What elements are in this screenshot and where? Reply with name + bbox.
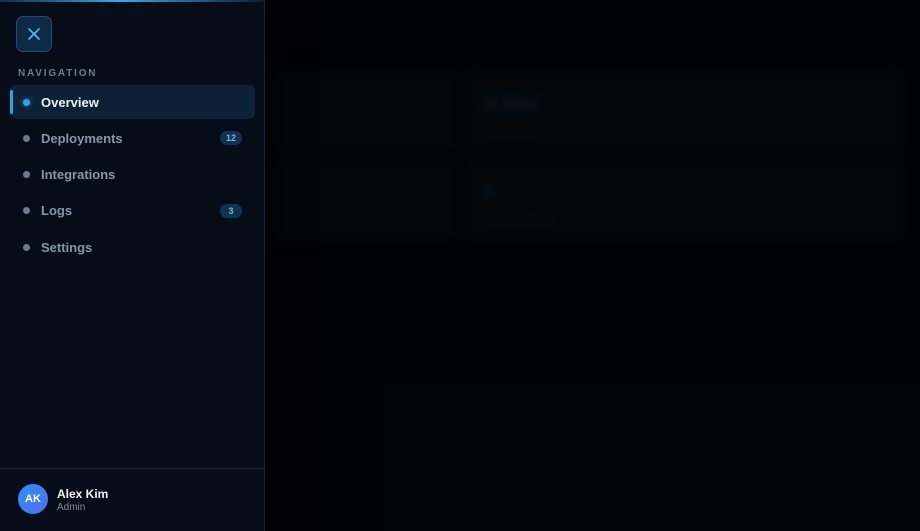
app-root: 4.2ms Avg Latency 0 Active Incidents NAV… <box>0 0 920 531</box>
dot-icon <box>23 171 30 178</box>
count-badge: 12 <box>220 131 242 146</box>
user-role: Admin <box>57 502 86 513</box>
sidebar-item-integrations[interactable]: Integrations <box>10 158 255 192</box>
close-icon <box>28 28 40 40</box>
navigation-drawer: NAVIGATION Overview Deployments 12 Integ… <box>0 0 265 531</box>
dot-icon <box>23 207 30 215</box>
drawer-top-accent <box>0 0 265 2</box>
dot-icon <box>23 134 30 142</box>
avatar: AK <box>18 484 48 514</box>
sidebar-item-deployments[interactable]: Deployments 12 <box>10 121 255 155</box>
user-profile-footer[interactable]: AK Alex Kim Admin <box>0 468 265 531</box>
sidebar-item-overview[interactable]: Overview <box>10 85 255 119</box>
sidebar-item-label: Integrations <box>41 167 116 182</box>
dot-icon <box>23 98 30 106</box>
sidebar-item-settings[interactable]: Settings <box>10 230 255 264</box>
nav-list: Overview Deployments 12 Integrations Log… <box>10 85 255 266</box>
user-name: Alex Kim <box>57 487 109 501</box>
sidebar-item-label: Settings <box>41 239 93 255</box>
close-drawer-button[interactable] <box>16 16 52 52</box>
nav-heading: NAVIGATION <box>18 68 98 79</box>
sidebar-item-logs[interactable]: Logs 3 <box>10 194 255 228</box>
count-badge: 3 <box>220 203 242 218</box>
sidebar-item-label: Deployments <box>41 130 123 146</box>
sidebar-item-label: Overview <box>41 94 99 110</box>
sidebar-item-label: Logs <box>41 203 73 219</box>
dot-icon <box>23 243 30 251</box>
